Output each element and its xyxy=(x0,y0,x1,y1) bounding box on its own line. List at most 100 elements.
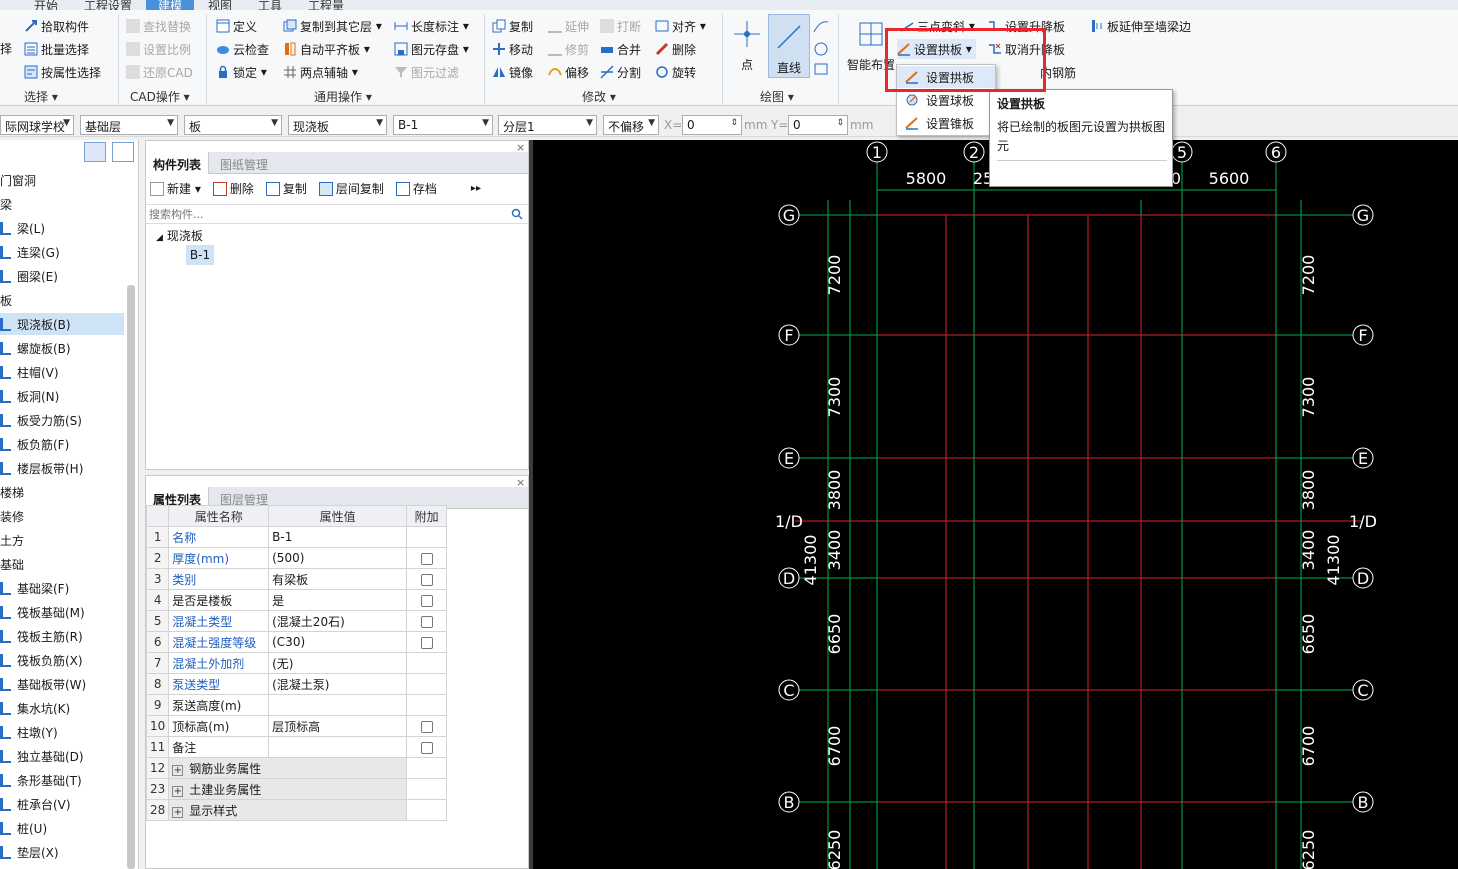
property-value[interactable]: 是 xyxy=(268,589,408,611)
tree-item[interactable]: 梁(L) xyxy=(0,217,124,239)
property-value[interactable]: (混凝土泵) xyxy=(268,673,408,695)
property-row[interactable]: 12 + 钢筋业务属性 xyxy=(145,757,447,779)
property-value[interactable]: B-1 xyxy=(268,526,408,548)
component-select[interactable]: B-1 ▼ xyxy=(393,115,493,135)
tree-group[interactable]: 梁 xyxy=(0,193,124,215)
expand-icon[interactable]: + xyxy=(172,806,184,818)
x-input[interactable]: 0 ⇕ xyxy=(682,115,742,135)
property-extra[interactable] xyxy=(406,568,447,590)
menu-item-set-cone[interactable]: 设置锥板 xyxy=(897,112,995,134)
tree-item[interactable]: 板洞(N) xyxy=(0,385,124,407)
extra-checkbox[interactable] xyxy=(420,741,433,754)
auto-align-slab-button[interactable]: 自动平齐板 ▾ xyxy=(283,39,370,59)
floor-select[interactable]: 基础层 ▼ xyxy=(80,115,178,135)
tree-item[interactable]: 桩承台(V) xyxy=(0,793,124,815)
extend-slab-button[interactable]: 板延伸至墙梁边 xyxy=(1090,16,1191,36)
copy-component-button[interactable]: 复制 xyxy=(265,180,307,197)
tree-item[interactable]: 板负筋(F) xyxy=(0,433,124,455)
property-extra[interactable] xyxy=(406,589,447,611)
draw-group-label[interactable]: 绘图 ▾ xyxy=(760,88,794,105)
tree-item[interactable]: 柱帽(V) xyxy=(0,361,124,383)
tree-item[interactable]: 筏板基础(M) xyxy=(0,601,124,623)
general-group-label[interactable]: 通用操作 ▾ xyxy=(314,88,372,105)
project-select[interactable]: 际网球学校 ▼ xyxy=(0,115,74,135)
property-row[interactable]: 8 泵送类型 (混凝土泵) xyxy=(145,673,447,695)
cad-group-label[interactable]: CAD操作 ▾ xyxy=(130,88,190,105)
select-by-property-button[interactable]: 按属性选择 xyxy=(24,62,101,82)
tree-group[interactable]: 板 xyxy=(0,289,124,311)
tab-start[interactable]: 开始 xyxy=(34,0,58,10)
merge-button[interactable]: 合并 xyxy=(600,39,641,59)
tab-modeling[interactable]: 建模 xyxy=(146,0,195,10)
expand-icon[interactable]: + xyxy=(172,785,184,797)
tree-item[interactable]: 连梁(G) xyxy=(0,241,124,263)
collapse-icon[interactable]: ◢ xyxy=(156,233,163,243)
menu-item-set-sphere[interactable]: 设置球板 xyxy=(897,89,995,111)
component-search[interactable] xyxy=(146,204,528,224)
tree-item[interactable]: 圈梁(E) xyxy=(0,265,124,287)
tab-tools[interactable]: 工具 xyxy=(258,0,282,10)
point-button[interactable]: 点 xyxy=(727,16,767,73)
select-button-partial[interactable]: 择 xyxy=(0,38,12,58)
property-row[interactable]: 6 混凝土强度等级 (C30) xyxy=(145,631,447,653)
mirror-button[interactable]: 镜像 xyxy=(492,62,533,82)
tab-view[interactable]: 视图 xyxy=(208,0,232,10)
length-dimension-button[interactable]: 长度标注 ▾ xyxy=(394,16,469,36)
property-value[interactable]: 层顶标高 xyxy=(268,715,408,737)
line-button[interactable]: 直线 xyxy=(768,14,810,78)
offset-select[interactable]: 不偏移 ▼ xyxy=(603,115,659,135)
copy-to-floor-button[interactable]: 复制到其它层 ▾ xyxy=(283,16,382,36)
break-button[interactable]: 打断 xyxy=(600,16,641,36)
property-extra[interactable] xyxy=(406,631,447,653)
property-row[interactable]: 28 + 显示样式 xyxy=(145,799,447,821)
close-panel-icon[interactable]: × xyxy=(516,476,525,489)
tree-item[interactable]: 板受力筋(S) xyxy=(0,409,124,431)
drawing-canvas[interactable]: 1 2 5 6 5800 25 0 5600 G G F F E E 1/D 1/D D D C C B B 7200 720… xyxy=(533,140,1458,869)
tree-scrollbar[interactable] xyxy=(127,285,135,869)
layer-select[interactable]: 分层1 ▼ xyxy=(498,115,597,135)
copy-button[interactable]: 复制 xyxy=(492,16,533,36)
tree-item[interactable]: 基础板带(W) xyxy=(0,673,124,695)
property-row[interactable]: 10 顶标高(m) 层顶标高 xyxy=(145,715,447,737)
property-row[interactable]: 2 厚度(mm) (500) xyxy=(145,547,447,569)
property-extra[interactable] xyxy=(406,610,447,632)
archive-button[interactable]: 存档 xyxy=(395,180,437,197)
property-value[interactable]: (C30) xyxy=(268,631,408,653)
tree-item[interactable]: 垫层(X) xyxy=(0,841,124,863)
category-select[interactable]: 板 ▼ xyxy=(184,115,282,135)
property-row[interactable]: 5 混凝土类型 (混凝土20石) xyxy=(145,610,447,632)
interfloor-copy-button[interactable]: 层间复制 xyxy=(318,180,384,197)
extra-checkbox[interactable] xyxy=(420,636,433,649)
search-input[interactable] xyxy=(146,205,496,223)
define-button[interactable]: 定义 xyxy=(216,16,257,36)
restore-cad-button[interactable]: 还原CAD xyxy=(126,62,193,82)
split-button[interactable]: 分割 xyxy=(600,62,641,82)
tree-root-slab[interactable]: ◢ 现浇板 xyxy=(156,227,203,244)
property-extra[interactable] xyxy=(406,547,447,569)
delete-component-button[interactable]: 删除 xyxy=(212,180,254,197)
property-row[interactable]: 9 泵送高度(m) xyxy=(145,694,447,716)
y-input[interactable]: 0 ⇕ xyxy=(788,115,848,135)
cloud-check-button[interactable]: 云检查 xyxy=(216,39,269,59)
more-icon[interactable]: ▸▸ xyxy=(471,183,481,194)
extend-button[interactable]: 延伸 xyxy=(548,16,589,36)
modify-group-label[interactable]: 修改 ▾ xyxy=(582,88,616,105)
tree-item[interactable]: 桩(U) xyxy=(0,817,124,839)
floor-plan-drawing[interactable]: 1 2 5 65800 25 0 5600G GF FE E1/D 1/DD DC CB B7200 720… xyxy=(533,140,1458,869)
property-extra[interactable] xyxy=(406,736,447,758)
property-value[interactable]: (无) xyxy=(268,652,408,674)
tree-item[interactable]: 集水坑(K) xyxy=(0,697,124,719)
tree-item[interactable]: 独立基础(D) xyxy=(0,745,124,767)
property-value[interactable]: 有梁板 xyxy=(268,568,408,590)
list-view-icon[interactable] xyxy=(84,142,106,162)
tree-item[interactable]: 基础梁(F) xyxy=(0,577,124,599)
tree-item[interactable]: 楼层板带(H) xyxy=(0,457,124,479)
select-group-label[interactable]: 选择 ▾ xyxy=(24,88,58,105)
tree-item[interactable]: 筏板主筋(R) xyxy=(0,625,124,647)
tab-quantity[interactable]: 工程量 xyxy=(308,0,344,10)
extra-checkbox[interactable] xyxy=(420,594,433,607)
detail-view-icon[interactable] xyxy=(112,142,134,162)
property-row[interactable]: 7 混凝土外加剂 (无) xyxy=(145,652,447,674)
delete-button[interactable]: 删除 xyxy=(655,39,696,59)
tree-item[interactable]: 筏板负筋(X) xyxy=(0,649,124,671)
